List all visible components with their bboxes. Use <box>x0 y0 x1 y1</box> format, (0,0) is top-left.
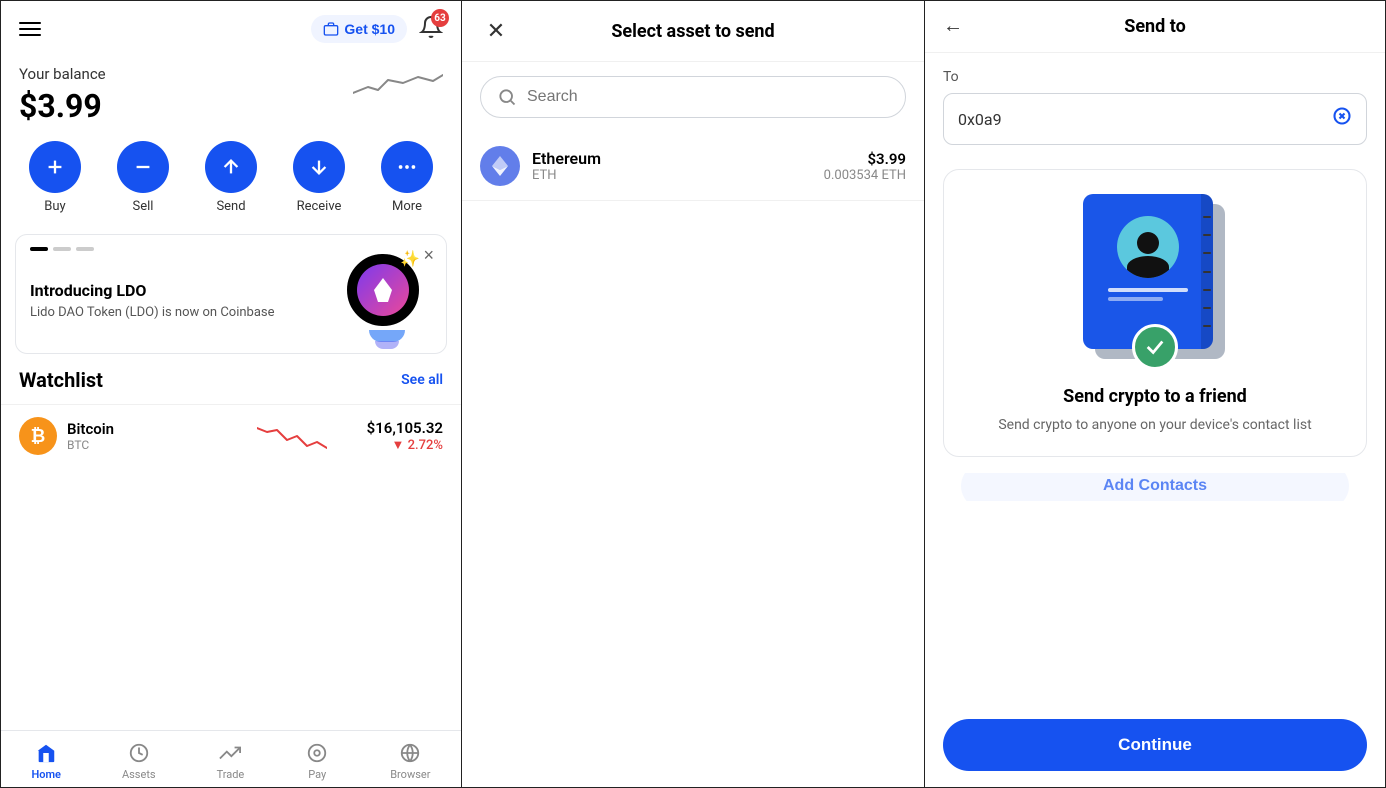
see-all-link[interactable]: See all <box>401 372 443 388</box>
to-label: To <box>943 69 1367 85</box>
nav-trade-label: Trade <box>217 768 245 781</box>
watchlist-header: Watchlist See all <box>1 368 461 404</box>
close-button[interactable]: ✕ <box>480 15 512 47</box>
bitcoin-chart <box>217 418 367 454</box>
buy-label: Buy <box>44 199 65 214</box>
bitcoin-price-info: $16,105.32 ▼ 2.72% <box>367 419 443 453</box>
bitcoin-symbol: BTC <box>67 438 217 452</box>
bell-wrapper[interactable]: 63 <box>419 15 443 43</box>
ethereum-usd: $3.99 <box>824 150 906 168</box>
ethereum-asset-item[interactable]: Ethereum ETH $3.99 0.003534 ETH <box>462 132 924 201</box>
search-icon <box>497 87 517 107</box>
select-asset-title: Select asset to send <box>512 21 874 42</box>
to-section: To 0x0a9 <box>925 53 1385 161</box>
more-button[interactable] <box>381 141 433 193</box>
get-money-button[interactable]: Get $10 <box>311 15 407 43</box>
ethereum-symbol: ETH <box>532 168 824 183</box>
promo-content: Introducing LDO Lido DAO Token (LDO) is … <box>30 265 342 322</box>
bottom-nav: Home Assets Trade Pay Browser <box>1 730 461 787</box>
bitcoin-list-item[interactable]: ₿ Bitcoin BTC $16,105.32 ▼ 2.72% <box>1 404 461 467</box>
nav-pay-label: Pay <box>308 768 326 781</box>
home-icon <box>34 741 58 765</box>
bitcoin-price: $16,105.32 <box>367 419 443 437</box>
to-address-value: 0x0a9 <box>958 110 1002 129</box>
sell-label: Sell <box>133 199 154 214</box>
header-right: Get $10 63 <box>311 15 443 43</box>
pay-icon <box>305 741 329 765</box>
middle-panel: ✕ Select asset to send Ethereum ETH $3.9… <box>462 0 924 788</box>
send-label: Send <box>216 199 245 214</box>
nav-home-label: Home <box>31 768 61 781</box>
action-buttons: Buy Sell Send Receive More <box>1 141 461 234</box>
trade-icon <box>218 741 242 765</box>
nav-home[interactable]: Home <box>31 741 61 781</box>
nav-assets-label: Assets <box>122 768 156 781</box>
send-button[interactable] <box>205 141 257 193</box>
nav-pay[interactable]: Pay <box>305 741 329 781</box>
left-panel: Get $10 63 Your balance $3.99 <box>0 0 462 788</box>
back-button[interactable]: ← <box>943 15 963 38</box>
promo-icon: ✨ <box>342 249 432 339</box>
bitcoin-name: Bitcoin <box>67 420 217 438</box>
send-card-desc: Send crypto to anyone on your device's c… <box>998 415 1311 436</box>
search-input[interactable] <box>527 88 889 106</box>
more-label: More <box>392 199 422 214</box>
bitcoin-change: ▼ 2.72% <box>367 437 443 453</box>
get-btn-label: Get $10 <box>344 21 395 37</box>
balance-chart-icon <box>353 65 443 105</box>
balance-section: Your balance $3.99 <box>1 57 461 141</box>
sell-button[interactable] <box>117 141 169 193</box>
checkmark-icon <box>1144 336 1166 358</box>
to-input-wrapper: 0x0a9 <box>943 93 1367 145</box>
receive-label: Receive <box>297 199 342 214</box>
mid-header: ✕ Select asset to send <box>462 1 924 62</box>
ethereum-name: Ethereum <box>532 149 824 168</box>
notification-badge: 63 <box>431 9 449 27</box>
ethereum-icon <box>480 146 520 186</box>
right-panel: ← Send to To 0x0a9 <box>924 0 1386 788</box>
add-contacts-button[interactable]: Add Contacts <box>961 473 1349 501</box>
send-to-title: Send to <box>973 16 1367 37</box>
promo-card: × Introducing LDO Lido DAO Token (LDO) i… <box>15 234 447 354</box>
right-header: ← Send to <box>925 1 1385 53</box>
watchlist-title: Watchlist <box>19 368 103 392</box>
browser-icon <box>398 741 422 765</box>
assets-icon <box>127 741 151 765</box>
promo-title: Introducing LDO <box>30 281 342 300</box>
search-bar <box>480 76 906 118</box>
left-header: Get $10 63 <box>1 1 461 57</box>
send-card-title: Send crypto to a friend <box>1063 386 1247 407</box>
buy-action: Buy <box>29 141 81 214</box>
send-action: Send <box>205 141 257 214</box>
bitcoin-info: Bitcoin BTC <box>67 420 217 452</box>
more-action: More <box>381 141 433 214</box>
hamburger-menu[interactable] <box>19 22 41 36</box>
nav-trade[interactable]: Trade <box>217 741 245 781</box>
ethereum-info: Ethereum ETH <box>532 149 824 183</box>
buy-button[interactable] <box>29 141 81 193</box>
receive-action: Receive <box>293 141 345 214</box>
sell-action: Sell <box>117 141 169 214</box>
receive-button[interactable] <box>293 141 345 193</box>
bitcoin-icon: ₿ <box>19 417 57 455</box>
ethereum-value: $3.99 0.003534 ETH <box>824 150 906 183</box>
ethereum-crypto: 0.003534 ETH <box>824 168 906 183</box>
promo-desc: Lido DAO Token (LDO) is now on Coinbase <box>30 304 342 322</box>
clear-address-button[interactable] <box>1332 106 1352 132</box>
continue-button[interactable]: Continue <box>943 719 1367 771</box>
balance-amount: $3.99 <box>19 87 106 125</box>
contact-book-illustration <box>1075 190 1235 370</box>
nav-browser-label: Browser <box>390 768 430 781</box>
send-crypto-card: Send crypto to a friend Send crypto to a… <box>943 169 1367 457</box>
nav-assets[interactable]: Assets <box>122 741 156 781</box>
promo-dots <box>30 247 94 251</box>
balance-label: Your balance <box>19 65 106 83</box>
nav-browser[interactable]: Browser <box>390 741 430 781</box>
